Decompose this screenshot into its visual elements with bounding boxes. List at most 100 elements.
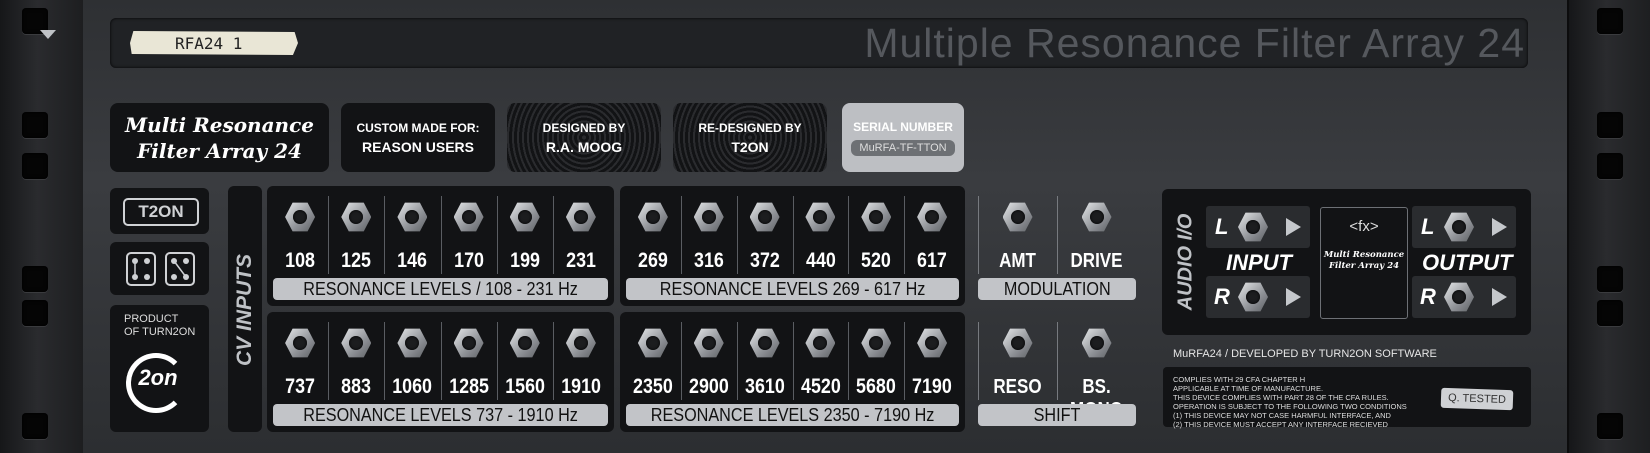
frequency-label: 199 <box>509 249 540 272</box>
resonance-bank-label-text: RESONANCE LEVELS / 108 - 231 Hz <box>303 279 578 299</box>
drive-cv-jack[interactable] <box>1081 202 1112 232</box>
reso-cv-jack[interactable] <box>1002 328 1033 358</box>
input-right-letter: R <box>1214 284 1230 309</box>
rack-screw-hole <box>22 112 48 138</box>
output-right-jack[interactable] <box>1444 282 1474 312</box>
cv-input-jack[interactable] <box>805 202 836 232</box>
logo-line-1: Multi Resonance <box>125 112 314 137</box>
shift-group-label-text: SHIFT <box>1033 405 1081 425</box>
frequency-label: 1060 <box>392 375 433 398</box>
cv-input-jack[interactable] <box>861 328 892 358</box>
reso-label: RESO <box>993 376 1042 398</box>
product-of-line-2: OF TURN2ON <box>124 326 196 338</box>
cv-input-jack[interactable] <box>917 328 948 358</box>
fx-name-line-1: Multi Resonance <box>1323 250 1405 260</box>
frequency-label: 4520 <box>800 375 841 398</box>
cv-input-jack[interactable] <box>509 202 540 232</box>
cv-input-jack[interactable] <box>285 202 316 232</box>
device-title: Multiple Resonance Filter Array 24 <box>864 20 1525 66</box>
resonance-bank-label: RESONANCE LEVELS / 108 - 231 Hz <box>273 278 608 300</box>
cell-divider <box>904 196 906 274</box>
redesigned-by-caption: RE-DESIGNED BY <box>698 120 802 135</box>
compliance-line: COMPLIES WITH 29 CFA CHAPTER H <box>1173 375 1306 384</box>
cv-input-jack[interactable] <box>565 328 596 358</box>
cell-divider <box>328 196 330 274</box>
device-name-label: RFA24 1 <box>175 33 243 53</box>
cv-input-jack[interactable] <box>749 328 780 358</box>
frequency-label: 440 <box>805 249 836 272</box>
turn2on-logo: 2on <box>138 365 178 390</box>
cv-input-jack[interactable] <box>693 202 724 232</box>
routing-icon[interactable] <box>165 252 195 286</box>
fold-device-toggle[interactable] <box>40 30 56 39</box>
cv-input-jack[interactable] <box>509 328 540 358</box>
output-left-letter: L <box>1421 214 1435 239</box>
cell-divider <box>904 322 906 400</box>
frequency-label: 316 <box>693 249 724 272</box>
resonance-bank-label-text: RESONANCE LEVELS 2350 - 7190 Hz <box>650 405 935 425</box>
designed-by-caption: DESIGNED BY <box>542 120 626 135</box>
frequency-label: 372 <box>749 249 780 272</box>
cv-input-jack[interactable] <box>397 328 428 358</box>
resonance-bank-label-text: RESONANCE LEVELS 737 - 1910 Hz <box>303 405 578 425</box>
frequency-label: 617 <box>917 249 947 272</box>
product-of-box: PRODUCT OF TURN2ON 2on <box>110 305 209 432</box>
designed-by-value: R.A. MOOG <box>545 138 623 155</box>
custom-made-badge: CUSTOM MADE FOR: REASON USERS <box>341 103 495 172</box>
brand-box: T2ON <box>110 188 209 234</box>
frequency-label: 737 <box>285 375 315 398</box>
product-logo-badge: Multi Resonance Filter Array 24 <box>110 103 329 172</box>
redesigned-by-value: T2ON <box>731 138 769 155</box>
bs-mono-cv-jack[interactable] <box>1081 328 1112 358</box>
cv-input-jack[interactable] <box>565 202 596 232</box>
custom-made-caption: CUSTOM MADE FOR: <box>356 120 480 135</box>
cv-input-jack[interactable] <box>861 202 892 232</box>
input-left-letter: L <box>1215 214 1229 239</box>
logo-line-2: Filter Array 24 <box>137 138 302 163</box>
rack-screw-hole <box>1597 413 1623 439</box>
cv-input-jack[interactable] <box>749 202 780 232</box>
output-right-box: R <box>1412 276 1516 318</box>
cv-input-jack[interactable] <box>805 328 836 358</box>
cv-input-jack[interactable] <box>341 202 372 232</box>
group-divider <box>1057 196 1058 274</box>
t2on-logo: T2ON <box>123 198 199 226</box>
redesigned-by-badge: RE-DESIGNED BY T2ON <box>673 103 827 172</box>
cv-inputs-label: CV INPUTS <box>233 253 256 367</box>
cv-input-jack[interactable] <box>397 202 428 232</box>
routing-box <box>110 242 209 295</box>
device-name-tape[interactable]: RFA24 1 <box>130 31 298 55</box>
cell-divider <box>440 196 442 274</box>
cv-input-jack[interactable] <box>453 328 484 358</box>
group-divider <box>978 196 979 274</box>
cv-input-jack[interactable] <box>693 328 724 358</box>
frequency-label: 231 <box>566 249 596 272</box>
cv-input-jack[interactable] <box>285 328 316 358</box>
output-label: OUTPUT <box>1422 250 1513 275</box>
resonance-bank-label: RESONANCE LEVELS 2350 - 7190 Hz <box>626 404 959 426</box>
amt-cv-jack[interactable] <box>1002 202 1033 232</box>
fx-name: Multi Resonance Filter Array 24 <box>1321 250 1407 272</box>
cv-input-jack[interactable] <box>917 202 948 232</box>
quality-tested-sticker: Q. TESTED <box>1440 387 1514 411</box>
cv-input-jack[interactable] <box>341 328 372 358</box>
cell-divider <box>680 196 682 274</box>
cell-divider <box>496 322 498 400</box>
compliance-line: (1) THIS DEVICE MAY NOT CASE HARMFUL INT… <box>1173 411 1391 420</box>
frequency-label: 170 <box>453 249 484 272</box>
arrow-right-icon <box>1492 218 1507 236</box>
cv-input-jack[interactable] <box>453 202 484 232</box>
output-left-jack[interactable] <box>1444 212 1474 242</box>
cv-input-jack[interactable] <box>637 328 668 358</box>
frequency-label: 125 <box>341 249 372 272</box>
input-right-jack[interactable] <box>1238 282 1268 312</box>
frequency-label: 2900 <box>688 375 729 398</box>
compliance-line: APPLICABLE AT TIME OF MANUFACTURE. <box>1173 384 1324 393</box>
input-left-jack[interactable] <box>1238 212 1268 242</box>
cv-input-jack[interactable] <box>637 202 668 232</box>
product-of-line-1: PRODUCT <box>124 313 179 325</box>
designed-by-badge: DESIGNED BY R.A. MOOG <box>507 103 661 172</box>
resonance-bank-label: RESONANCE LEVELS 269 - 617 Hz <box>626 278 959 300</box>
routing-icon[interactable] <box>126 252 156 286</box>
serial-number-value: MuRFA-TF-TTON <box>851 139 955 156</box>
